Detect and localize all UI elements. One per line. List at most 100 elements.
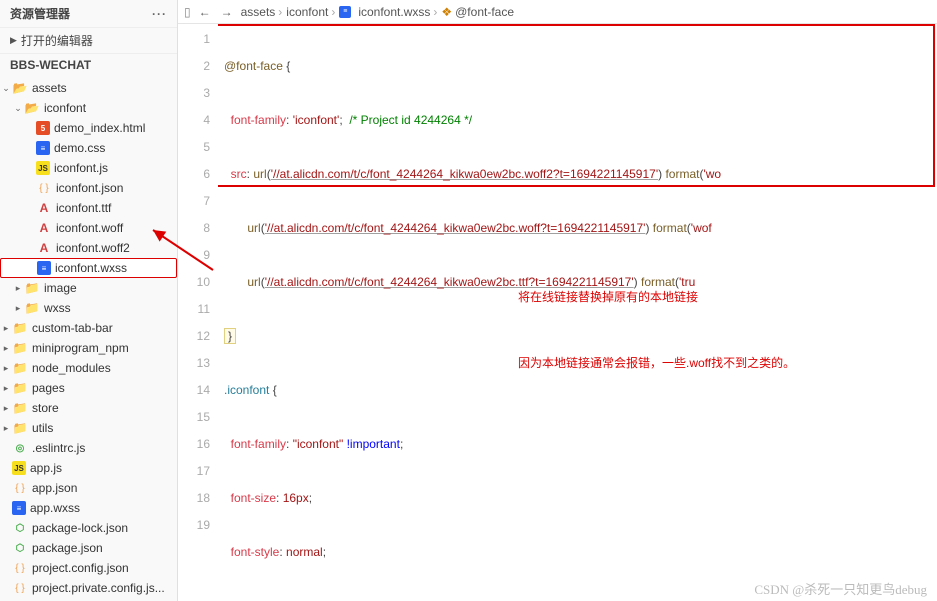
tree-item[interactable]: ▸📁store [0, 398, 177, 418]
file-label: .eslintrc.js [32, 441, 85, 455]
file-label: package.json [32, 541, 103, 555]
file-label: iconfont.woff [56, 221, 123, 235]
tree-item[interactable]: 5 demo_index.html [0, 118, 177, 138]
file-label: assets [32, 81, 67, 95]
chevron-right-icon: ▶ [10, 35, 17, 46]
file-label: package-lock.json [32, 521, 128, 535]
folder open-icon: 📂 [12, 80, 28, 96]
green-icon: ◎ [12, 440, 28, 456]
green-icon: ⬡ [12, 540, 28, 556]
tree-item[interactable]: Aiconfont.ttf [0, 198, 177, 218]
tree-item[interactable]: { } app.json [0, 478, 177, 498]
annotation-text: 将在线链接替换掉原有的本地链接 因为本地链接通常会报错，一些.woff找不到之类… [518, 242, 795, 418]
file-tree: ⌄📂assets⌄📂iconfont5demo_index.html≡demo.… [0, 76, 177, 601]
file-label: iconfont.js [54, 161, 108, 175]
json-icon: { } [12, 560, 28, 576]
file-label: demo.css [54, 141, 105, 155]
file-label: wxss [44, 301, 71, 315]
folder-icon: 📁 [12, 380, 28, 396]
editor-topbar: ▯ ← → assets› iconfont› ≡iconfont.wxss› … [178, 0, 937, 24]
file-label: app.js [30, 461, 62, 475]
tree-item[interactable]: ≡ demo.css [0, 138, 177, 158]
folder-icon: 📁 [12, 320, 28, 336]
tree-item[interactable]: { } iconfont.json [0, 178, 177, 198]
file-label: iconfont.json [56, 181, 123, 195]
tree-item[interactable]: JS app.js [0, 458, 177, 478]
tree-item[interactable]: ◎ .eslintrc.js [0, 438, 177, 458]
tree-item[interactable]: ▸📁custom-tab-bar [0, 318, 177, 338]
folder-icon: 📁 [12, 400, 28, 416]
bookmark-icon[interactable]: ▯ [184, 5, 191, 19]
tree-item[interactable]: ▸📁pages [0, 378, 177, 398]
tree-item[interactable]: JS iconfont.js [0, 158, 177, 178]
tree-item[interactable]: ⬡ package-lock.json [0, 518, 177, 538]
code-content[interactable]: @font-face { font-family: 'iconfont'; /*… [218, 24, 937, 601]
green-icon: ⬡ [12, 520, 28, 536]
sidebar: 资源管理器 ··· ▶ 打开的编辑器 BBS-WECHAT ⌄📂assets⌄📂… [0, 0, 178, 601]
file-label: store [32, 401, 59, 415]
tree-item[interactable]: ≡ app.wxss [0, 498, 177, 518]
tree-item[interactable]: ≡ iconfont.wxss [0, 258, 177, 278]
file-label: project.private.config.js... [32, 581, 165, 595]
nav-back-icon[interactable]: ← [197, 5, 213, 19]
folder open-icon: 📂 [24, 100, 40, 116]
sidebar-title: 资源管理器 [10, 5, 70, 22]
tree-item[interactable]: ▸📁image [0, 278, 177, 298]
tree-item[interactable]: { } project.private.config.js... [0, 578, 177, 598]
crumb-assets[interactable]: assets› [241, 5, 283, 19]
ttfA-icon: A [36, 200, 52, 216]
html5-icon: 5 [36, 121, 50, 135]
nav-forward-icon[interactable]: → [219, 5, 235, 19]
json-icon: { } [12, 480, 28, 496]
tree-item[interactable]: Aiconfont.woff2 [0, 238, 177, 258]
file-label: node_modules [32, 361, 111, 375]
tree-item[interactable]: ⌄📂iconfont [0, 98, 177, 118]
css3-icon: ≡ [36, 141, 50, 155]
tree-item[interactable]: ⌄📂assets [0, 78, 177, 98]
css3-icon: ≡ [37, 261, 51, 275]
folder-icon: 📁 [12, 420, 28, 436]
file-label: demo_index.html [54, 121, 145, 135]
js-icon: JS [36, 161, 50, 175]
file-label: app.wxss [30, 501, 80, 515]
json-icon: { } [12, 580, 28, 596]
folder-icon: 📁 [12, 340, 28, 356]
tree-item[interactable]: ▸📁utils [0, 418, 177, 438]
folder-icon: 📁 [24, 300, 40, 316]
file-label: utils [32, 421, 53, 435]
line-gutter: 12345678910111213141516171819 [178, 24, 218, 601]
file-label: iconfont [44, 101, 86, 115]
tree-item[interactable]: { } project.config.json [0, 558, 177, 578]
crumb-file[interactable]: ≡iconfont.wxss› [339, 5, 437, 19]
crumb-symbol[interactable]: ❖@font-face [441, 5, 514, 19]
crumb-iconfont[interactable]: iconfont› [286, 5, 335, 19]
breadcrumb: assets› iconfont› ≡iconfont.wxss› ❖@font… [241, 5, 514, 19]
tree-item[interactable]: ▸📁miniprogram_npm [0, 338, 177, 358]
file-label: iconfont.ttf [56, 201, 111, 215]
file-label: pages [32, 381, 65, 395]
editor-pane: ▯ ← → assets› iconfont› ≡iconfont.wxss› … [178, 0, 937, 601]
project-section[interactable]: BBS-WECHAT [0, 53, 177, 76]
ttfA-icon: A [36, 220, 52, 236]
more-icon[interactable]: ··· [152, 7, 167, 21]
sidebar-header: 资源管理器 ··· [0, 0, 177, 27]
folder-icon: 📁 [24, 280, 40, 296]
ttfA-icon: A [36, 240, 52, 256]
file-label: project.config.json [32, 561, 129, 575]
file-label: iconfont.wxss [55, 261, 127, 275]
code-area[interactable]: 12345678910111213141516171819 @font-face… [178, 24, 937, 601]
file-label: app.json [32, 481, 77, 495]
js-icon: JS [12, 461, 26, 475]
file-label: miniprogram_npm [32, 341, 129, 355]
folder-icon: 📁 [12, 360, 28, 376]
tree-item[interactable]: Aiconfont.woff [0, 218, 177, 238]
opened-editors-section[interactable]: ▶ 打开的编辑器 [0, 27, 177, 53]
file-label: custom-tab-bar [32, 321, 113, 335]
tree-item[interactable]: ▸📁node_modules [0, 358, 177, 378]
json-icon: { } [36, 180, 52, 196]
css3-icon: ≡ [12, 501, 26, 515]
file-label: image [44, 281, 77, 295]
file-label: iconfont.woff2 [56, 241, 130, 255]
tree-item[interactable]: ⬡ package.json [0, 538, 177, 558]
tree-item[interactable]: ▸📁wxss [0, 298, 177, 318]
